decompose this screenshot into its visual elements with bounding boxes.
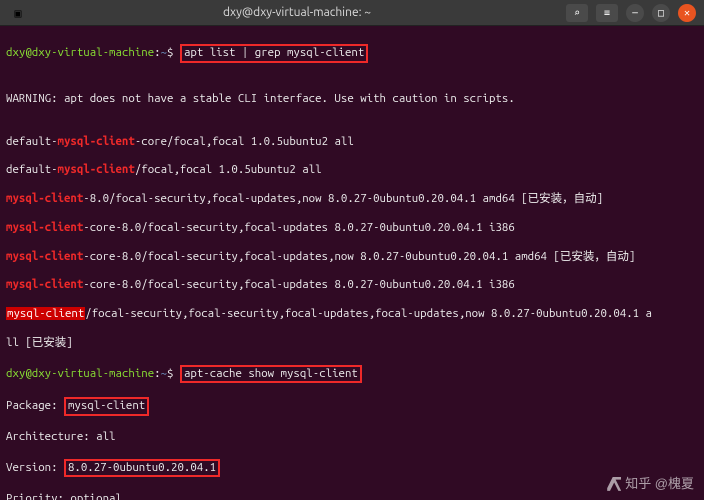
version-box: 8.0.27-0ubuntu0.20.04.1 [64, 459, 220, 477]
pkg-priority: Priority: optional [6, 492, 698, 500]
prompt-line-1: dxy@dxy-virtual-machine:~$ apt list | gr… [6, 44, 698, 62]
window-controls: ⌕ ≡ — □ ✕ [566, 4, 696, 22]
pkg-version: Version: 8.0.27-0ubuntu0.20.04.1 [6, 459, 698, 477]
list-row: default-mysql-client/focal,focal 1.0.5ub… [6, 163, 698, 177]
watermark: 知乎 @槐夏 [607, 476, 694, 492]
pkg-package: Package: mysql-client [6, 397, 698, 415]
terminal-window: ▣ dxy@dxy-virtual-machine: ~ ⌕ ≡ — □ ✕ d… [0, 0, 704, 500]
prompt-line-2: dxy@dxy-virtual-machine:~$ apt-cache sho… [6, 365, 698, 383]
maximize-button[interactable]: □ [652, 4, 670, 22]
app-icon: ▣ [8, 6, 28, 20]
search-icon[interactable]: ⌕ [566, 4, 588, 22]
list-row: mysql-client-core-8.0/focal-security,foc… [6, 278, 698, 292]
list-row: mysql-client-8.0/focal-security,focal-up… [6, 192, 698, 206]
titlebar: ▣ dxy@dxy-virtual-machine: ~ ⌕ ≡ — □ ✕ [0, 0, 704, 26]
warning-line: WARNING: apt does not have a stable CLI … [6, 92, 698, 106]
list-row: mysql-client-core-8.0/focal-security,foc… [6, 221, 698, 235]
cmd1-box: apt list | grep mysql-client [180, 44, 368, 62]
zhihu-icon [607, 477, 621, 491]
list-row: default-mysql-client-core/focal,focal 1.… [6, 135, 698, 149]
window-title: dxy@dxy-virtual-machine: ~ [28, 6, 566, 19]
list-row-cont: ll [已安装] [6, 336, 698, 350]
pkg-arch: Architecture: all [6, 430, 698, 444]
cmd2-box: apt-cache show mysql-client [180, 365, 362, 383]
minimize-button[interactable]: — [626, 4, 644, 22]
pkg-highlight: mysql-client [6, 307, 85, 320]
close-button[interactable]: ✕ [678, 4, 696, 22]
menu-icon[interactable]: ≡ [596, 4, 618, 22]
list-row: mysql-client-core-8.0/focal-security,foc… [6, 250, 698, 264]
terminal-body[interactable]: dxy@dxy-virtual-machine:~$ apt list | gr… [0, 26, 704, 500]
list-row: mysql-client/focal-security,focal-securi… [6, 307, 698, 321]
package-box: mysql-client [64, 397, 149, 415]
